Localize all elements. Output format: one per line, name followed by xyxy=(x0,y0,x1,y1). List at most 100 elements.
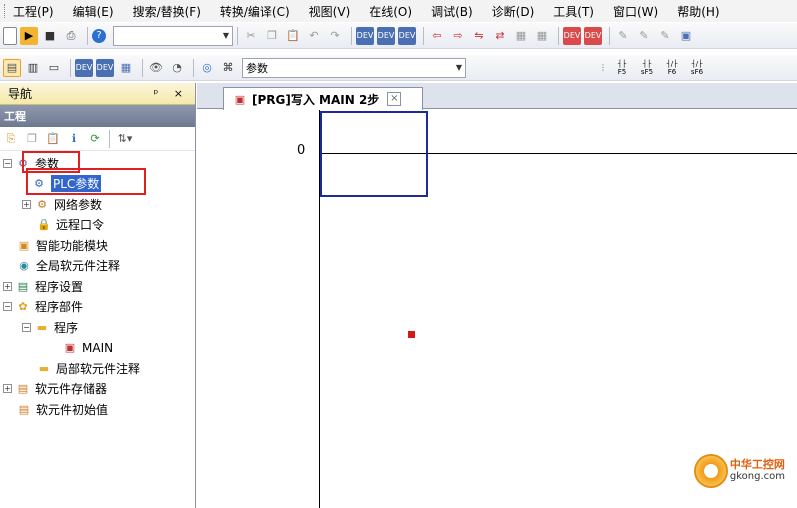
menu-tools[interactable]: 工具(T) xyxy=(553,3,594,20)
ladder-editor[interactable]: 0 中华工控网 gkong.com xyxy=(197,110,797,508)
tab-main-program[interactable]: ▣ [PRG]写入 MAIN 2步 × xyxy=(223,87,423,110)
menu-diagnostics[interactable]: 诊断(D) xyxy=(492,3,535,20)
tree-item-label: MAIN xyxy=(82,340,114,355)
device-search-icon[interactable]: DEV xyxy=(356,26,374,45)
device-use-list-icon[interactable]: DEV xyxy=(96,58,114,77)
statement-icon[interactable]: ✎ xyxy=(635,27,653,45)
standard-toolbar: ▶ ■ ⎙ ? ▼ ✂ ❐ 📋 ↶ ↷ DEV DEV DEV ⇦ ⇨ ⇋ ⇄ … xyxy=(0,23,797,49)
menu-search-replace[interactable]: 搜索/替换(F) xyxy=(133,3,201,20)
refresh-icon[interactable]: ⟳ xyxy=(86,130,104,148)
expand-icon[interactable]: + xyxy=(3,384,12,394)
write-to-plc-icon[interactable]: ⇦ xyxy=(428,27,446,45)
tree-item-main[interactable]: ▣ MAIN xyxy=(0,338,195,359)
new-project-icon[interactable] xyxy=(3,26,17,45)
tree-item-network-parameter[interactable]: + ⚙ 网络参数 xyxy=(0,194,195,215)
toolbar-separator xyxy=(142,58,143,77)
parts-selection-icon[interactable]: ▥ xyxy=(24,59,42,77)
help-icon[interactable]: ? xyxy=(92,28,106,43)
window-icon[interactable]: ▣ xyxy=(677,27,695,45)
watch-device-icon[interactable]: 👁 xyxy=(147,59,165,77)
global-comment-icon: ◉ xyxy=(19,259,29,273)
closed-branch-sf6-icon[interactable]: ┤/├ sF6 xyxy=(686,59,708,77)
close-icon[interactable]: × xyxy=(174,87,189,100)
device-monitor-icon[interactable]: DEV xyxy=(563,26,581,45)
monitor-stop-icon[interactable]: ▦ xyxy=(512,27,530,45)
monitor-icon[interactable]: ⇄ xyxy=(491,27,509,45)
tree-item-global-device-comment[interactable]: ◉ 全局软元件注释 xyxy=(0,256,195,277)
tree-item-local-device-comment[interactable]: ▬ 局部软元件注释 xyxy=(0,358,195,379)
tree-item-device-memory[interactable]: + ▤ 软元件存储器 xyxy=(0,379,195,400)
collapse-icon[interactable]: − xyxy=(3,302,12,312)
print-icon[interactable]: ⎙ xyxy=(62,27,80,45)
open-contact-f5-icon[interactable]: ┤├ F5 xyxy=(611,59,633,77)
highlight-box-plc-parameter xyxy=(26,168,146,195)
closed-contact-f6-icon[interactable]: ┤/├ F6 xyxy=(661,59,683,77)
comment-icon[interactable]: ✎ xyxy=(614,27,632,45)
tree-item-label: 程序设置 xyxy=(35,279,84,294)
collapse-icon[interactable]: − xyxy=(22,322,31,332)
menu-convert-compile[interactable]: 转换/编译(C) xyxy=(220,3,290,20)
new-data-icon[interactable]: ⎘ xyxy=(2,130,20,148)
sort-icon[interactable]: ⇅▾ xyxy=(112,130,138,148)
properties-icon[interactable]: ℹ xyxy=(65,130,83,148)
copy-data-icon[interactable]: ❐ xyxy=(23,130,41,148)
help-search-icon[interactable]: ◎ xyxy=(198,59,216,77)
menu-project[interactable]: 工程(P) xyxy=(13,3,54,20)
collapse-icon[interactable]: − xyxy=(3,158,12,168)
device-table-icon[interactable]: ▦ xyxy=(117,59,135,77)
device-list-icon[interactable]: DEV xyxy=(75,58,93,77)
undo-icon[interactable]: ↶ xyxy=(305,27,323,45)
device-replace-icon[interactable]: DEV xyxy=(377,26,395,45)
output-window-icon[interactable]: ▭ xyxy=(45,59,63,77)
close-icon[interactable]: × xyxy=(387,92,402,106)
navigation-controls: ᵖ × xyxy=(154,87,189,100)
monitor-write-icon[interactable]: ▦ xyxy=(533,27,551,45)
menu-view[interactable]: 视图(V) xyxy=(309,3,351,20)
toolbar-separator xyxy=(87,26,88,45)
ladder-cursor[interactable] xyxy=(320,111,428,197)
toolbar-separator xyxy=(609,26,610,45)
navigation-panel: 导航 ᵖ × 工程 ⎘ ❐ 📋 ℹ ⟳ ⇅▾ − ⚙ 参数 ⚙ PLC参数 + … xyxy=(0,83,196,508)
watch-window-icon[interactable]: ◔ xyxy=(168,59,186,77)
watermark-logo: 中华工控网 gkong.com xyxy=(693,454,785,488)
tree-item-pou[interactable]: − ✿ 程序部件 xyxy=(0,297,195,318)
open-project-icon[interactable]: ▶ xyxy=(20,26,38,45)
menu-edit[interactable]: 编辑(E) xyxy=(73,3,114,20)
save-icon[interactable]: ■ xyxy=(41,27,59,45)
device-test-icon[interactable]: DEV xyxy=(584,26,602,45)
toolbar-grip[interactable] xyxy=(4,4,7,18)
error-marker xyxy=(408,331,415,338)
cut-icon[interactable]: ✂ xyxy=(242,27,260,45)
binoculars-icon[interactable]: ⌘ xyxy=(219,59,237,77)
verify-plc-icon[interactable]: ⇋ xyxy=(470,27,488,45)
parts-combo[interactable]: 参数 ▼ xyxy=(242,57,466,78)
tree-item-label: 软元件存储器 xyxy=(35,382,108,397)
paste-data-icon[interactable]: 📋 xyxy=(44,130,62,148)
tree-item-program[interactable]: − ▬ 程序 xyxy=(0,317,195,338)
redo-icon[interactable]: ↷ xyxy=(326,27,344,45)
copy-icon[interactable]: ❐ xyxy=(263,27,281,45)
navigation-toggle-icon[interactable]: ▤ xyxy=(3,58,21,77)
tree-item-remote-password[interactable]: 🔒 远程口令 xyxy=(0,215,195,236)
tree-item-device-initial-value[interactable]: ▤ 软元件初始值 xyxy=(0,399,195,420)
tree-item-program-setting[interactable]: + ▤ 程序设置 xyxy=(0,276,195,297)
tree-item-intelligent-module[interactable]: ▣ 智能功能模块 xyxy=(0,235,195,256)
device-batch-icon[interactable]: DEV xyxy=(398,26,416,45)
pin-icon[interactable]: ᵖ xyxy=(154,87,165,100)
tree-item-label: 智能功能模块 xyxy=(36,238,109,253)
paste-icon[interactable]: 📋 xyxy=(284,27,302,45)
expand-icon[interactable]: + xyxy=(3,281,12,291)
open-branch-sf5-icon[interactable]: ┤├ sF5 xyxy=(636,59,658,77)
toolbar1-dropdown[interactable]: ▼ xyxy=(113,25,233,46)
menu-help[interactable]: 帮助(H) xyxy=(677,3,719,20)
ladder-program-icon: ▣ xyxy=(64,341,76,355)
menu-online[interactable]: 在线(O) xyxy=(369,3,412,20)
read-from-plc-icon[interactable]: ⇨ xyxy=(449,27,467,45)
chevron-down-icon: ▼ xyxy=(455,63,462,72)
gear-icon xyxy=(693,454,728,488)
menu-window[interactable]: 窗口(W) xyxy=(613,3,658,20)
toolbar-overflow-icon[interactable]: ⋮ xyxy=(598,59,608,77)
expand-icon[interactable]: + xyxy=(22,199,31,209)
menu-debug[interactable]: 调试(B) xyxy=(431,3,473,20)
note-icon[interactable]: ✎ xyxy=(656,27,674,45)
